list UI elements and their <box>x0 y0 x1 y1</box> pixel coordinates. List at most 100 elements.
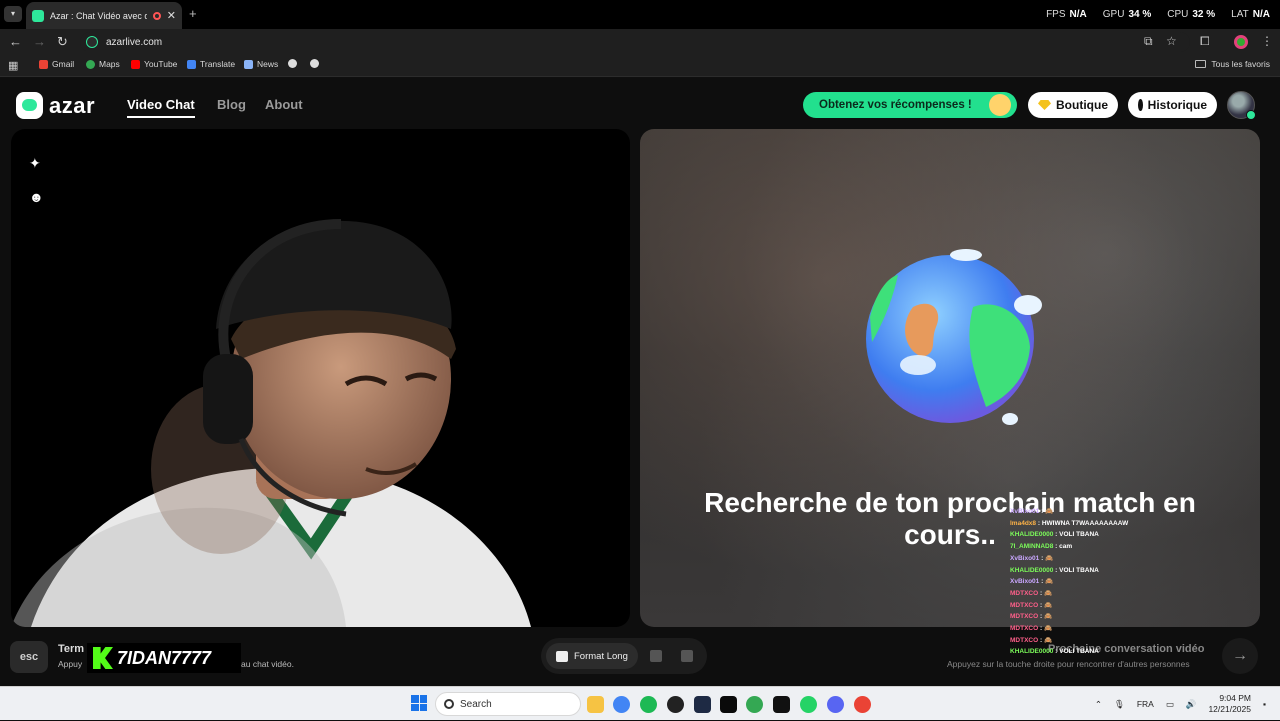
network-icon[interactable]: ▭ <box>1166 699 1174 710</box>
clock-icon <box>1138 99 1143 111</box>
folder-icon <box>1195 60 1207 68</box>
chat-username: MDTXCO <box>1010 613 1039 621</box>
app-icon[interactable] <box>694 696 711 713</box>
tray-chevron-icon[interactable]: ⌃ <box>1095 699 1102 710</box>
discord-icon[interactable] <box>827 696 844 713</box>
shop-label: Boutique <box>1056 98 1108 112</box>
chat-text: VOLI TBANA <box>1059 566 1099 574</box>
globe-icon <box>866 249 1042 425</box>
effects-sparkle-icon[interactable]: ✦ <box>29 155 41 172</box>
tab-search-button[interactable]: ▾ <box>4 6 22 22</box>
online-badge <box>1246 110 1256 120</box>
windows-start-icon[interactable] <box>411 695 427 711</box>
chrome-profile-icon[interactable] <box>854 696 871 713</box>
obs-icon[interactable] <box>667 696 684 713</box>
whatsapp-icon[interactable] <box>800 696 817 713</box>
apps-grid-icon[interactable]: ▦ <box>8 59 18 72</box>
search-icon <box>444 699 454 709</box>
chat-text: 🙈 <box>1043 625 1053 633</box>
bookmark-globe-2[interactable] <box>310 59 319 68</box>
epic-games-icon[interactable] <box>773 696 790 713</box>
translate-icon <box>187 59 196 69</box>
reload-icon[interactable]: ↻ <box>57 34 68 50</box>
chat-username: MDTXCO <box>1010 589 1039 597</box>
chat-username: XvBixo01 <box>1010 554 1040 562</box>
chat-text: cam <box>1059 543 1073 551</box>
streamer-overlay: 7IDAN7777 <box>87 643 241 673</box>
forward-icon[interactable]: → <box>33 34 46 49</box>
format-selector: Format Long <box>541 638 707 674</box>
history-button[interactable]: Historique <box>1128 92 1217 118</box>
bookmark-youtube[interactable]: YouTube <box>131 59 177 69</box>
globe-icon <box>310 59 319 68</box>
perf-fps: FPS N/A <box>1046 9 1087 20</box>
streamer-name: 7IDAN7777 <box>117 647 212 668</box>
taskbar-search[interactable]: Search <box>435 692 581 716</box>
end-chat-title: Term <box>58 643 85 655</box>
history-label: Historique <box>1147 98 1207 112</box>
browser-tab[interactable]: Azar : Chat Vidéo avec de n ✕ <box>26 2 182 29</box>
shop-button[interactable]: Boutique <box>1028 92 1118 118</box>
new-tab-button[interactable]: + <box>189 6 197 21</box>
chrome-alt-icon[interactable] <box>746 696 763 713</box>
format-long-button[interactable]: Format Long <box>546 643 638 669</box>
nav-blog[interactable]: Blog <box>217 97 246 112</box>
bookmark-gmail[interactable]: Gmail <box>39 59 74 69</box>
chat-username: KHALIDE0000 <box>1010 566 1054 574</box>
chat-message: MDTXCO : 🙈 <box>1010 600 1190 612</box>
nav-video-chat[interactable]: Video Chat <box>127 97 195 118</box>
format-stacked-icon[interactable] <box>650 650 662 662</box>
bookmark-star-icon[interactable]: ☆ <box>1166 34 1177 48</box>
perf-cpu: CPU 32 % <box>1167 9 1216 20</box>
bookmark-news[interactable]: News <box>244 59 278 69</box>
profile-avatar-icon[interactable] <box>1234 35 1248 49</box>
stream-chat-overlay: XvBixo01 : 🙈 lma4dx8 : HWIWNA T7WAAAAAAAA… <box>1010 506 1190 658</box>
close-tab-icon[interactable]: ✕ <box>167 9 176 22</box>
rewards-button[interactable]: Obtenez vos récompenses ! <box>803 92 1017 118</box>
camera-person-image <box>11 219 531 627</box>
volume-icon[interactable]: 🔊 <box>1186 699 1197 710</box>
bookmark-maps[interactable]: Maps <box>86 59 120 69</box>
system-tray: ⌃ 🎙 FRA ▭ 🔊 9:04 PM 12/21/2025 ▪ <box>1095 687 1266 721</box>
chat-username: MDTXCO <box>1010 625 1039 633</box>
chat-text: 🙈 <box>1043 636 1053 644</box>
azar-logo-icon <box>16 92 43 119</box>
nvidia-icon[interactable] <box>720 696 737 713</box>
chat-message: MDTXCO : 🙈 <box>1010 611 1190 623</box>
menu-dots-icon[interactable]: ⋮ <box>1261 34 1273 48</box>
site-info-icon[interactable] <box>86 36 98 48</box>
bookmarks-bar: ▦ Gmail Maps YouTube Translate News Tous… <box>0 55 1280 77</box>
spotify-icon[interactable] <box>640 696 657 713</box>
chat-text: 🙈 <box>1045 578 1054 586</box>
azar-favicon-icon <box>32 9 44 22</box>
microphone-icon[interactable]: 🎙 <box>1114 699 1125 710</box>
chat-text: 🙈 <box>1043 589 1053 597</box>
user-avatar[interactable] <box>1227 91 1256 120</box>
clock[interactable]: 9:04 PM 12/21/2025 <box>1208 693 1251 715</box>
perf-lat: LAT N/A <box>1231 9 1270 20</box>
cast-icon[interactable]: ⧉ <box>1144 34 1153 49</box>
notification-icon[interactable]: ▪ <box>1263 699 1266 709</box>
chat-username: 7I_AMINNAD8 <box>1010 543 1054 551</box>
azar-logo[interactable]: azar <box>16 92 95 119</box>
format-split-icon[interactable] <box>681 650 693 662</box>
language-indicator[interactable]: FRA <box>1137 699 1154 709</box>
end-chat-hint-end: au chat vidéo. <box>241 659 294 669</box>
globe-icon <box>288 59 297 68</box>
chat-username: KHALIDE0000 <box>1010 648 1054 656</box>
chat-username: XvBixo01 <box>1010 578 1040 586</box>
file-explorer-icon[interactable] <box>587 696 604 713</box>
address-bar[interactable]: azarlive.com <box>80 32 1190 52</box>
nav-about[interactable]: About <box>265 97 303 112</box>
all-favorites[interactable]: Tous les favoris <box>1195 59 1270 69</box>
extensions-icon[interactable]: ⧠ <box>1200 34 1210 49</box>
bookmark-globe-1[interactable] <box>288 59 297 68</box>
chat-username: MDTXCO <box>1010 636 1039 644</box>
back-icon[interactable]: ← <box>9 34 22 49</box>
sticker-face-icon[interactable]: ☻ <box>29 189 44 205</box>
chrome-icon[interactable] <box>613 696 630 713</box>
esc-key[interactable]: esc <box>10 641 48 673</box>
gem-icon <box>1038 100 1051 110</box>
next-chat-button[interactable]: → <box>1222 638 1258 674</box>
bookmark-translate[interactable]: Translate <box>187 59 235 69</box>
